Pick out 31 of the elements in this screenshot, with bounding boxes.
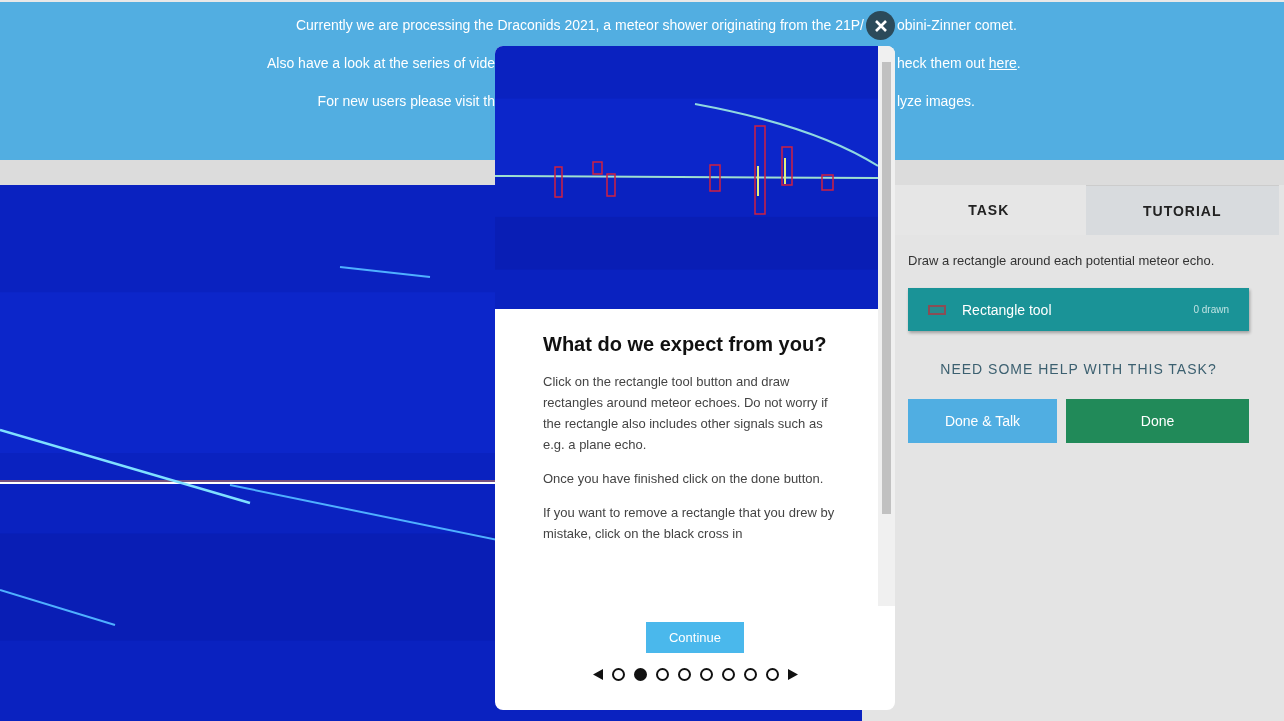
- close-icon: [874, 19, 887, 32]
- dialog-paragraph: Once you have finished click on the done button.: [543, 470, 825, 488]
- rectangle-tool-button[interactable]: Rectangle tool 0 drawn: [908, 288, 1249, 331]
- banner-text: heck them out here.: [896, 54, 1021, 71]
- here-link[interactable]: here: [988, 54, 1017, 71]
- previous-arrow-icon[interactable]: [592, 669, 603, 680]
- banner-text: Currently we are processing the Draconids 2021, a meteor shower originating from the 21P/: [295, 16, 864, 33]
- banner-text: obini-Zinner comet.: [896, 16, 1017, 33]
- task-instruction: Draw a rectangle around each potential meteor echo.: [908, 252, 1216, 270]
- done-and-talk-button[interactable]: Done & Talk: [908, 399, 1057, 443]
- step-dot[interactable]: [699, 668, 713, 681]
- step-dot[interactable]: [677, 668, 691, 681]
- banner-text: Also have a look at the series of vide: [266, 54, 495, 71]
- scrollbar[interactable]: [878, 46, 895, 606]
- banner-text: For new users please visit th: [317, 92, 495, 109]
- step-dot[interactable]: [743, 668, 757, 681]
- dialog-title: What do we expect from you?: [543, 332, 828, 357]
- help-link[interactable]: NEED SOME HELP WITH THIS TASK?: [908, 361, 1249, 377]
- banner-text: lyze images.: [896, 92, 975, 109]
- dialog-paragraph: If you want to remove a rectangle that you drew by mistake, click on the black cross in: [543, 504, 836, 543]
- step-dot[interactable]: [721, 668, 735, 681]
- step-dot[interactable]: [611, 668, 625, 681]
- continue-button[interactable]: Continue: [646, 622, 744, 653]
- step-dot[interactable]: [655, 668, 669, 681]
- rectangle-icon: [928, 304, 946, 315]
- next-arrow-icon[interactable]: [787, 669, 798, 680]
- done-button[interactable]: Done: [1066, 399, 1249, 443]
- step-dot[interactable]: [633, 668, 647, 681]
- step-dot[interactable]: [765, 668, 779, 681]
- dialog-paragraph: Click on the rectangle tool button and draw rectangles around meteor echoes. Do not worry if the rectangle also includes other signals such as e.g. a plane echo.: [543, 373, 829, 454]
- tab[interactable]: TUTORIAL: [1085, 185, 1279, 235]
